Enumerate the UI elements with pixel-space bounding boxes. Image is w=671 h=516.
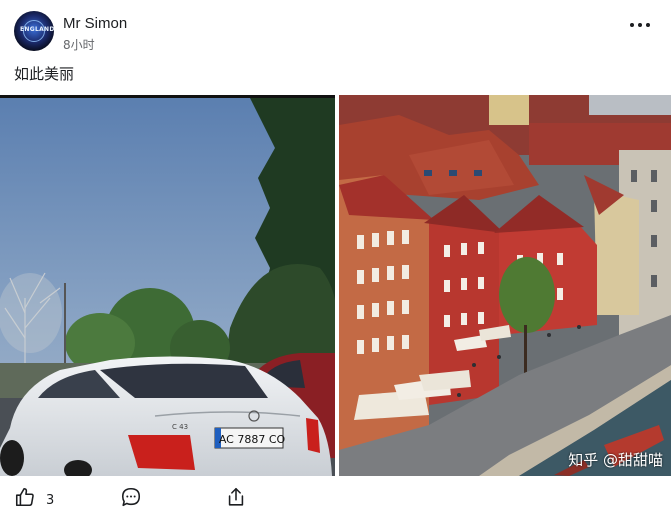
share-button[interactable]	[225, 486, 247, 512]
post-timestamp[interactable]: 8小时	[63, 36, 95, 53]
like-count: 3	[46, 493, 55, 508]
author-name[interactable]: Mr Simon	[63, 15, 127, 32]
watermark: 知乎 @甜甜喵	[568, 451, 663, 469]
post-actions: 3	[0, 480, 671, 516]
car-photo-image: AC 7887 CO C 43	[0, 98, 335, 476]
thumbs-up-icon	[15, 487, 34, 507]
more-horizontal-icon	[630, 23, 634, 27]
post-caption: 如此美丽	[14, 65, 75, 83]
share-icon	[228, 487, 244, 506]
more-options-button[interactable]	[627, 12, 657, 38]
photo-grid: AC 7887 CO C 43 知乎 @甜甜喵	[0, 95, 671, 476]
more-dot	[646, 23, 650, 27]
avatar[interactable]: ENGLAND	[14, 11, 54, 51]
avatar-logo-text: ENGLAND	[20, 26, 54, 33]
more-dot	[638, 23, 642, 27]
model-badge: C 43	[172, 423, 188, 431]
harbor-photo-image	[339, 95, 671, 476]
like-button[interactable]: 3	[14, 486, 54, 512]
license-plate: AC 7887 CO	[219, 433, 286, 446]
comment-bubble-icon	[121, 487, 141, 507]
photo-harbor[interactable]: 知乎 @甜甜喵	[339, 95, 671, 476]
photo-car[interactable]: AC 7887 CO C 43	[0, 95, 335, 476]
comment-button[interactable]	[120, 486, 142, 512]
post-header: ENGLAND Mr Simon 8小时	[0, 0, 671, 60]
